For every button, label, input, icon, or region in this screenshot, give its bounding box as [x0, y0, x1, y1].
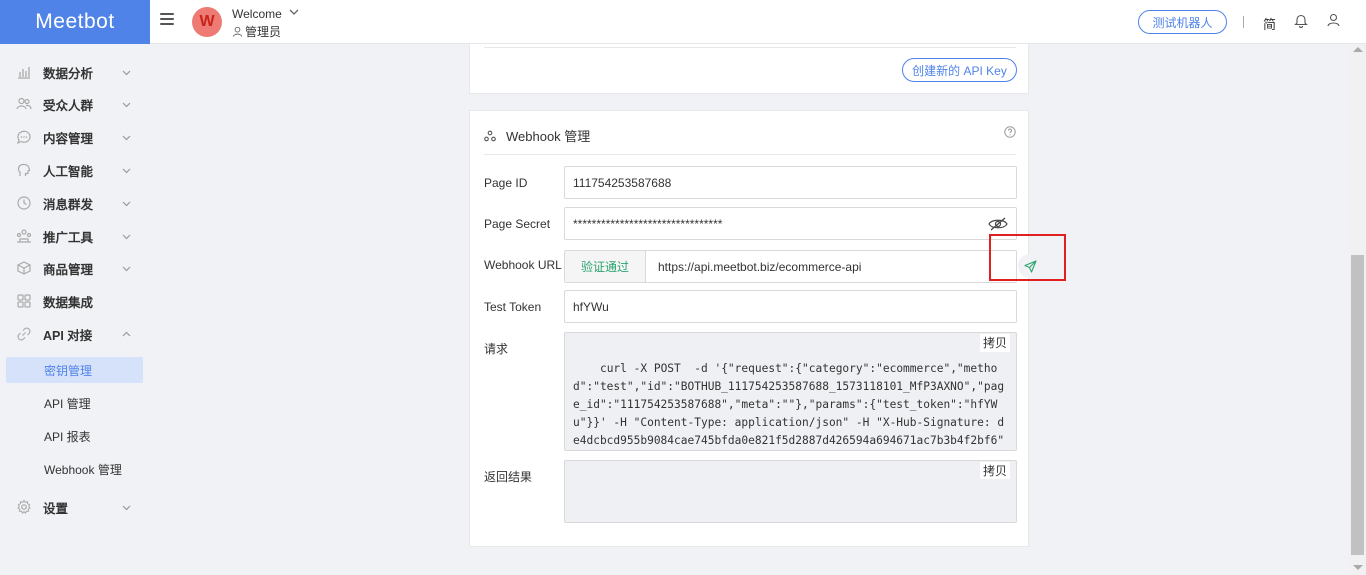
verify-status-badge: 验证通过 — [565, 251, 646, 282]
copy-result-button[interactable]: 拷贝 — [979, 462, 1010, 479]
sidebar-subitem-label: 密钥管理 — [44, 363, 93, 378]
sidebar-item-label: 数据集成 — [43, 295, 94, 310]
sidebar-item-label: 人工智能 — [43, 164, 94, 179]
sidebar-item-label: 商品管理 — [43, 262, 94, 277]
help-icon[interactable] — [1004, 126, 1016, 138]
chat-icon — [16, 130, 31, 145]
user-role: 管理员 — [232, 23, 281, 40]
chevron-down-icon — [122, 505, 131, 511]
sidebar-item-label: 受众人群 — [43, 98, 94, 113]
bell-icon[interactable] — [1294, 13, 1308, 28]
webhook-icon — [484, 130, 496, 141]
sidebar-item-label: 推广工具 — [43, 230, 94, 245]
sidebar-item-content[interactable]: 内容管理 — [0, 123, 150, 151]
sidebar-item-products[interactable]: 商品管理 — [0, 254, 150, 282]
sidebar-subitem-api-management[interactable]: API 管理 — [6, 390, 143, 416]
result-box[interactable]: 拷贝 — [564, 460, 1017, 523]
sidebar-item-label: API 对接 — [43, 328, 93, 343]
sidebar-subitem-label: API 管理 — [44, 396, 91, 411]
chevron-down-icon — [122, 70, 131, 76]
gear-icon — [17, 499, 31, 514]
request-code: curl -X POST -d '{"request":{"category":… — [573, 362, 1005, 447]
webhook-url-label: Webhook URL — [484, 258, 562, 272]
app-logo[interactable]: Meetbot — [0, 0, 150, 44]
chevron-down-icon — [122, 168, 131, 174]
chevron-down-icon — [122, 201, 131, 207]
chevron-down-icon[interactable] — [288, 6, 300, 18]
sidebar-item-label: 数据分析 — [43, 66, 94, 81]
request-code-box[interactable]: curl -X POST -d '{"request":{"category":… — [564, 332, 1017, 451]
chevron-down-icon — [122, 234, 131, 240]
grid-icon — [17, 294, 31, 308]
highlight-box — [989, 234, 1066, 281]
avatar[interactable]: W — [192, 7, 222, 37]
sidebar-subitem-label: API 报表 — [44, 429, 91, 444]
create-api-key-button[interactable]: 创建新的 API Key — [902, 58, 1017, 82]
sidebar-subitem-webhook[interactable]: Webhook 管理 — [6, 456, 143, 482]
user-menu-icon[interactable] — [1327, 13, 1340, 27]
link-icon — [17, 327, 31, 341]
chevron-down-icon — [122, 102, 131, 108]
brain-icon — [17, 163, 31, 176]
page-id-field[interactable]: 111754253587688 — [564, 166, 1017, 199]
test-token-value: hfYWu — [573, 299, 609, 314]
scroll-up-arrow[interactable] — [1353, 47, 1363, 52]
eye-off-icon[interactable] — [988, 216, 1008, 232]
scrollbar-thumb[interactable] — [1351, 255, 1364, 555]
clock-icon — [17, 196, 31, 210]
webhook-title: Webhook 管理 — [506, 129, 591, 144]
test-token-label: Test Token — [484, 300, 542, 314]
page-id-label: Page ID — [484, 176, 528, 190]
user-role-label: 管理员 — [245, 25, 282, 39]
test-token-field[interactable]: hfYWu — [564, 290, 1017, 323]
sidebar-item-ai[interactable]: 人工智能 — [0, 156, 150, 184]
sidebar-item-integration[interactable]: 数据集成 — [0, 287, 150, 315]
sidebar-item-api[interactable]: API 对接 — [0, 320, 150, 348]
users-icon — [16, 97, 32, 110]
sidebar-subitem-label: Webhook 管理 — [44, 462, 122, 477]
copy-request-button[interactable]: 拷贝 — [979, 334, 1010, 352]
sidebar-item-settings[interactable]: 设置 — [0, 493, 150, 521]
chart-icon — [18, 67, 30, 79]
divider — [484, 154, 1016, 155]
box-icon — [17, 261, 31, 275]
scroll-down-arrow[interactable] — [1353, 565, 1363, 570]
sidebar-subitem-key-management[interactable]: 密钥管理 — [6, 357, 143, 383]
chevron-up-icon — [122, 331, 131, 337]
sidebar-item-analytics[interactable]: 数据分析 — [0, 58, 150, 86]
webhook-url-value: https://api.meetbot.biz/ecommerce-api — [658, 260, 862, 274]
sidebar: 数据分析 受众人群 内容管理 人工智能 消息群发 推广工具 商品管理 数据集成 … — [0, 44, 150, 575]
api-key-card: 创建新的 API Key — [469, 44, 1029, 94]
sidebar-item-label: 消息群发 — [43, 197, 94, 212]
chevron-down-icon — [122, 266, 131, 272]
language-switch[interactable]: 简 — [1263, 14, 1276, 33]
sidebar-item-label: 设置 — [43, 501, 69, 516]
user-icon — [232, 26, 243, 37]
webhook-card: Webhook 管理 Page ID 111754253587688 Page … — [469, 110, 1042, 547]
webhook-url-field[interactable]: 验证通过 https://api.meetbot.biz/ecommerce-a… — [564, 250, 1017, 283]
sidebar-item-broadcast[interactable]: 消息群发 — [0, 189, 150, 217]
page-secret-label: Page Secret — [484, 217, 551, 231]
page-id-value: 111754253587688 — [573, 175, 672, 190]
divider — [484, 47, 1016, 48]
test-bot-button[interactable]: 测试机器人 — [1138, 10, 1227, 34]
request-label: 请求 — [484, 342, 509, 356]
menu-toggle-icon[interactable] — [160, 13, 174, 25]
promo-icon — [16, 229, 32, 243]
chevron-down-icon — [122, 135, 131, 141]
sidebar-subitem-api-report[interactable]: API 报表 — [6, 423, 143, 449]
sidebar-item-audience[interactable]: 受众人群 — [0, 90, 150, 118]
welcome-text[interactable]: Welcome — [232, 7, 282, 21]
page-secret-value: ******************************** — [573, 216, 723, 231]
top-header: W Welcome 管理员 测试机器人 简 — [150, 0, 1366, 44]
sidebar-item-promotion[interactable]: 推广工具 — [0, 222, 150, 250]
card-title: Webhook 管理 — [484, 126, 590, 145]
header-divider — [1243, 16, 1244, 28]
page-secret-field[interactable]: ******************************** — [564, 207, 1017, 240]
sidebar-item-label: 内容管理 — [43, 131, 94, 146]
result-label: 返回结果 — [484, 470, 533, 484]
